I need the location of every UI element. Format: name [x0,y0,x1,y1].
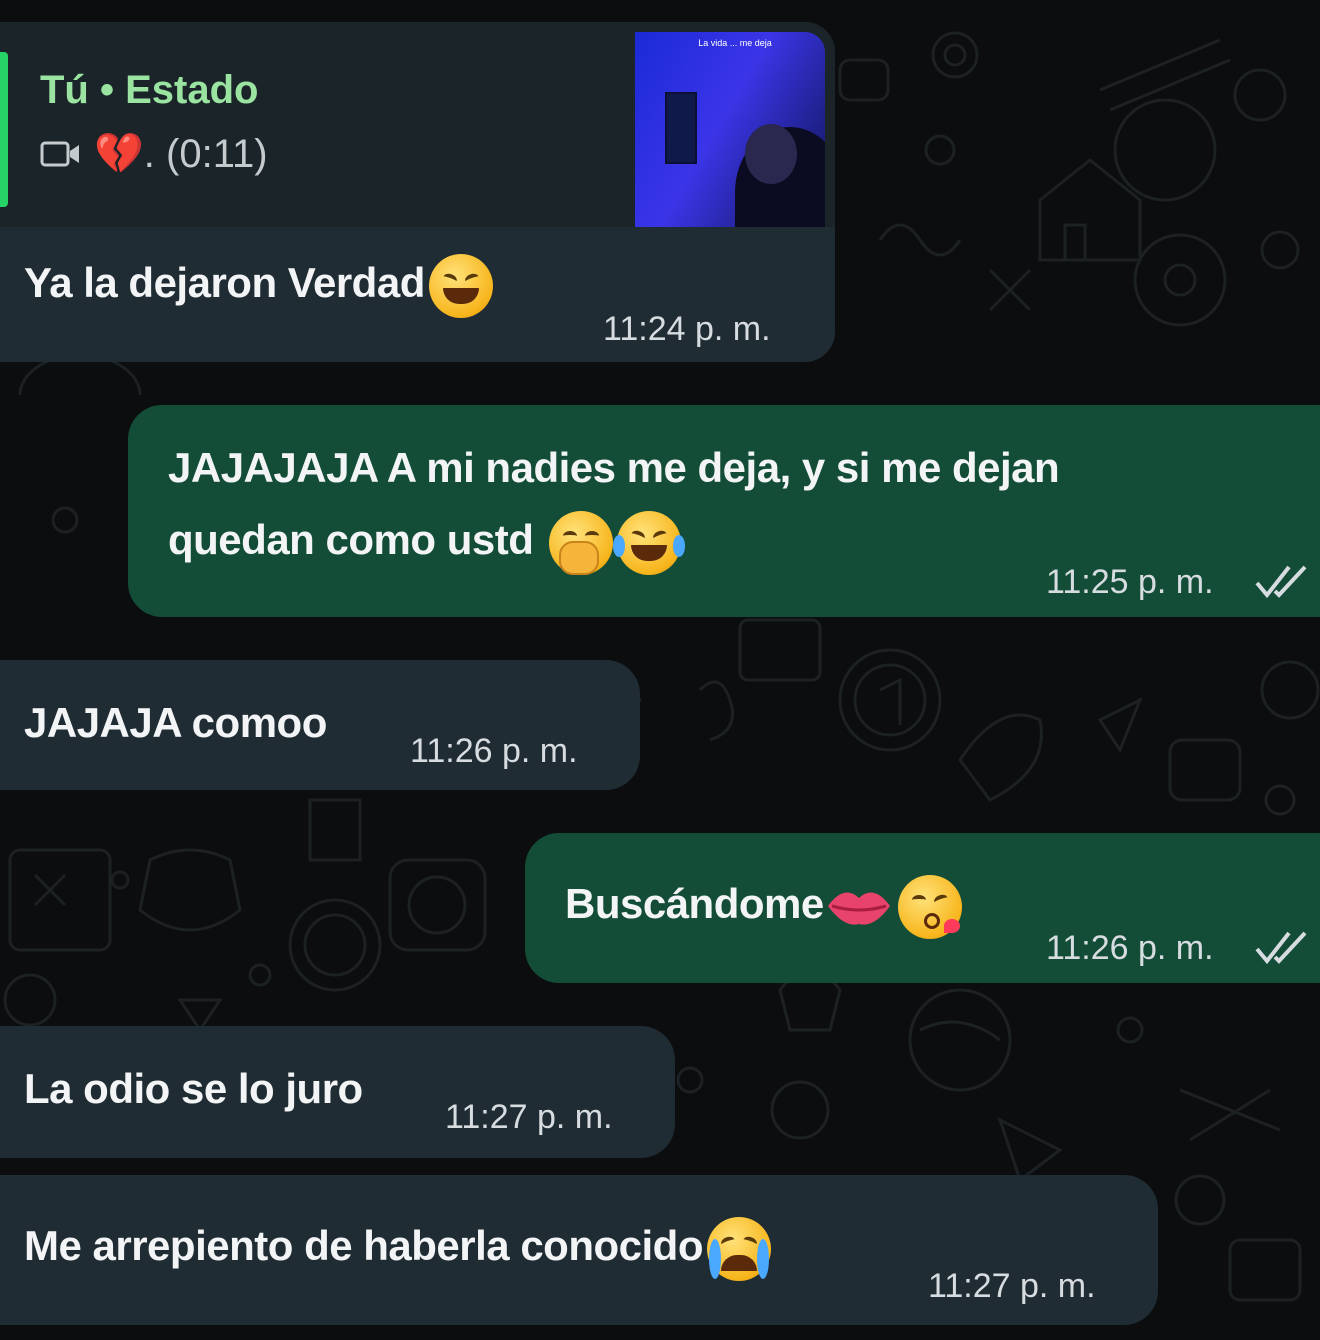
thumbnail-person-head [745,124,797,184]
message-time: 11:26 p. m. [410,732,578,770]
hand-over-mouth-emoji [548,511,613,575]
message-text-content: Ya la dejaron Verdad [24,259,425,307]
message-text: La odio se lo juro [24,1065,363,1112]
video-camera-icon [40,141,79,166]
message-text: JAJAJA comoo [24,699,327,746]
kiss-mark-emoji [827,892,890,925]
double-check-read-icon [1255,931,1307,965]
message-time: 11:24 p. m. [603,310,771,348]
thumbnail-caption: La vida ... me deja [698,38,772,48]
message-text-line-1: JAJAJAJA A mi nadies me deja, y si me de… [168,444,1060,491]
face-blowing-kiss-emoji [897,875,962,939]
loudly-crying-face-emoji [706,1217,771,1281]
tears-of-joy-emoji [612,511,685,575]
message-text-content: Buscándome [565,880,824,928]
incoming-message[interactable]: JAJAJA comoo 11:26 p. m. [0,660,640,790]
message-time: 11:25 p. m. [1046,563,1214,601]
message-text: Buscándome [565,875,962,939]
message-text-line-2: quedan como ustd [168,511,685,575]
status-accent-bar [0,52,8,207]
status-author: Tú • Estado [40,68,259,112]
status-thumbnail[interactable]: La vida ... me deja [635,32,825,227]
message-time: 11:26 p. m. [1046,929,1214,967]
outgoing-message[interactable]: JAJAJAJA A mi nadies me deja, y si me de… [128,405,1320,617]
incoming-message[interactable]: La odio se lo juro 11:27 p. m. [0,1026,675,1158]
message-text-content: Me arrepiento de haberla conocido [24,1222,703,1270]
laughing-face-emoji [428,254,493,318]
status-media-line: 💔. (0:11) [40,130,268,177]
message-time: 11:27 p. m. [928,1267,1096,1305]
double-check-read-icon [1255,565,1307,599]
incoming-message[interactable]: Me arrepiento de haberla conocido 11:27 … [0,1175,1158,1325]
message-text: Me arrepiento de haberla conocido [24,1217,771,1281]
outgoing-message[interactable]: Buscándome 11:26 p. m. [525,833,1320,983]
thumbnail-frame [665,92,697,164]
status-quote-card[interactable]: Tú • Estado 💔. (0:11) La vida ... me dej… [0,22,835,227]
message-text-content: quedan como ustd [168,516,534,564]
status-media-duration: 💔. (0:11) [94,132,268,176]
message-time: 11:27 p. m. [445,1098,613,1136]
message-text: Ya la dejaron Verdad [24,254,493,318]
incoming-message-status-reply[interactable]: Tú • Estado 💔. (0:11) La vida ... me dej… [0,22,835,362]
